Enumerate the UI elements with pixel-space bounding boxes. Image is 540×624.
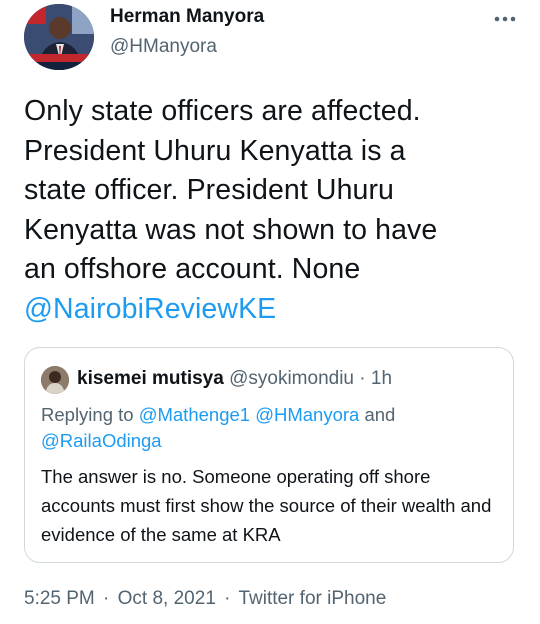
quote-author-handle[interactable]: @syokimondiu bbox=[229, 368, 354, 389]
quote-author-avatar[interactable] bbox=[41, 366, 69, 394]
quote-time[interactable]: 1h bbox=[371, 368, 392, 389]
author-handle[interactable]: @HManyora bbox=[110, 36, 217, 58]
tweet-source[interactable]: Twitter for iPhone bbox=[238, 588, 386, 609]
replying-prefix: Replying to bbox=[41, 404, 134, 425]
tweet-footer: 5:25 PM · Oct 8, 2021 · Twitter for iPho… bbox=[24, 588, 386, 610]
tweet-time[interactable]: 5:25 PM bbox=[24, 588, 95, 609]
tweet-text-line: state officer. President Uhuru bbox=[24, 174, 395, 206]
profile-photo-icon bbox=[24, 4, 94, 70]
profile-photo-icon bbox=[41, 366, 69, 394]
tweet-date[interactable]: Oct 8, 2021 bbox=[118, 588, 216, 609]
tweet-text-line: President Uhuru Kenyatta is a bbox=[24, 134, 406, 167]
author-name[interactable]: Herman Manyora bbox=[110, 6, 264, 28]
tweet-text-line: Kenyatta was not shown to have bbox=[24, 213, 438, 246]
quote-separator: · bbox=[359, 368, 366, 389]
author-avatar[interactable] bbox=[24, 4, 94, 70]
tweet-text-line: Only state officers are affected. bbox=[24, 95, 421, 127]
more-options-button[interactable] bbox=[488, 8, 522, 30]
quote-author-name[interactable]: kisemei mutisya bbox=[77, 368, 224, 389]
reply-mention-link[interactable]: @RailaOdinga bbox=[41, 430, 162, 451]
quote-header: kisemei mutisya @syokimondiu · 1h bbox=[77, 368, 392, 390]
tweet-text: Only state officers are affected. Presid… bbox=[24, 92, 524, 329]
tweet-text-line: an offshore account. None bbox=[24, 253, 361, 285]
mention-link[interactable]: @NairobiReviewKE bbox=[24, 293, 276, 325]
replying-and: and bbox=[364, 404, 396, 425]
footer-separator: · bbox=[103, 588, 110, 609]
quote-text: The answer is no. Someone operating off … bbox=[41, 466, 492, 545]
reply-mention-link[interactable]: @HManyora bbox=[255, 404, 359, 425]
more-horizontal-icon bbox=[494, 16, 516, 22]
replying-to: Replying to @Mathenge1 @HManyora and @Ra… bbox=[41, 402, 501, 454]
reply-mention-link[interactable]: @Mathenge1 bbox=[139, 404, 250, 425]
quoted-tweet[interactable]: kisemei mutisya @syokimondiu · 1h Replyi… bbox=[24, 347, 514, 563]
footer-separator: · bbox=[224, 588, 231, 609]
